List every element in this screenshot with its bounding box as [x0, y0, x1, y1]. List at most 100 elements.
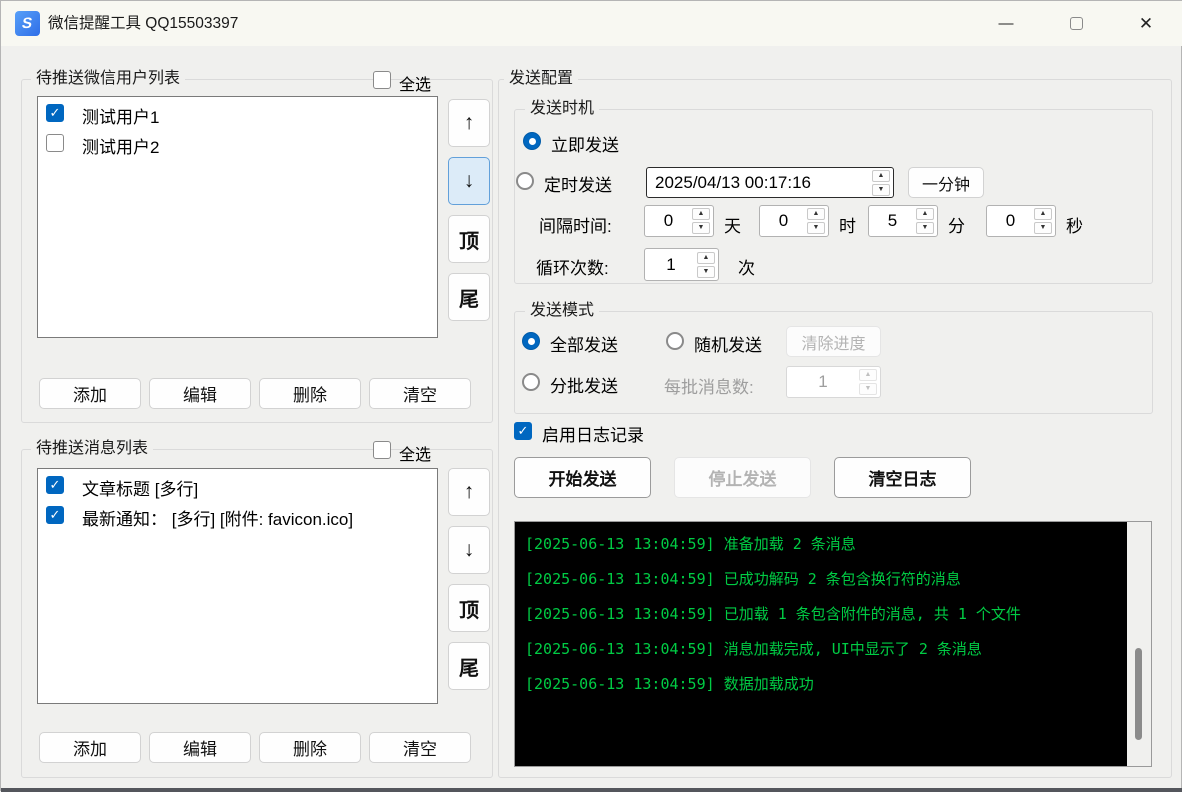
users-move-up-button[interactable]: ↑: [448, 99, 490, 147]
loop-count-spinbox[interactable]: 1 ▲ ▼: [644, 248, 719, 281]
log-timestamp: [2025-06-13 13:04:59]: [525, 605, 715, 623]
users-move-down-button[interactable]: ↓: [448, 157, 490, 205]
messages-clear-button[interactable]: 清空: [369, 732, 471, 763]
spin-down-icon[interactable]: ▼: [807, 222, 825, 234]
messages-move-up-button[interactable]: ↑: [448, 468, 490, 516]
interval-hours-value: 0: [760, 211, 807, 231]
send-batch-radio[interactable]: [522, 373, 540, 391]
spin-down-icon[interactable]: ▼: [1034, 222, 1052, 234]
users-delete-button[interactable]: 删除: [259, 378, 361, 409]
arrow-up-icon: ↑: [464, 111, 475, 135]
arrow-up-icon: ↑: [464, 480, 475, 504]
users-list[interactable]: 测试用户1 测试用户2: [37, 96, 438, 338]
spin-up-icon[interactable]: ▲: [807, 208, 825, 220]
log-scrollbar-thumb[interactable]: [1135, 648, 1142, 740]
log-line: [2025-06-13 13:04:59] 准备加载 2 条消息: [525, 527, 1030, 562]
messages-edit-button[interactable]: 编辑: [149, 732, 251, 763]
spin-up-icon[interactable]: ▲: [697, 252, 715, 264]
users-move-bottom-button[interactable]: 尾: [448, 273, 490, 321]
log-timestamp: [2025-06-13 13:04:59]: [525, 570, 715, 588]
timing-title: 发送时机: [525, 99, 599, 119]
messages-select-all-label[interactable]: 全选: [399, 441, 431, 465]
user-checkbox[interactable]: [46, 104, 64, 122]
spin-down-icon[interactable]: ▼: [697, 266, 715, 278]
users-move-top-button[interactable]: 顶: [448, 215, 490, 263]
spin-up-icon: ▲: [859, 369, 877, 381]
interval-seconds-value: 0: [987, 211, 1034, 231]
stop-send-button: 停止发送: [674, 457, 811, 498]
users-add-button[interactable]: 添加: [39, 378, 141, 409]
scheduled-send-label[interactable]: 定时发送: [544, 171, 612, 196]
interval-minutes-spinbox[interactable]: 5 ▲▼: [868, 205, 938, 237]
interval-hours-spinbox[interactable]: 0 ▲ ▼: [759, 205, 829, 237]
spin-down-icon[interactable]: ▼: [692, 222, 710, 234]
spin-down-icon[interactable]: ▼: [916, 222, 934, 234]
users-edit-button[interactable]: 编辑: [149, 378, 251, 409]
immediate-send-label[interactable]: 立即发送: [551, 131, 619, 156]
messages-move-top-button[interactable]: 顶: [448, 584, 490, 632]
spin-up-icon[interactable]: ▲: [872, 170, 890, 182]
send-batch-label[interactable]: 分批发送: [550, 372, 618, 397]
immediate-send-radio[interactable]: [523, 132, 541, 150]
enable-logging-checkbox[interactable]: [514, 422, 532, 440]
spin-up-icon[interactable]: ▲: [692, 208, 710, 220]
user-checkbox[interactable]: [46, 134, 64, 152]
one-minute-button[interactable]: 一分钟: [908, 167, 984, 198]
messages-add-button[interactable]: 添加: [39, 732, 141, 763]
title-bar: S 微信提醒工具 QQ15503397 — ✕: [1, 1, 1182, 46]
days-unit-label: 天: [724, 212, 741, 237]
arrow-down-icon: ↓: [464, 538, 475, 562]
interval-days-value: 0: [645, 211, 692, 231]
spin-down-icon[interactable]: ▼: [872, 184, 890, 196]
spin-up-icon[interactable]: ▲: [1034, 208, 1052, 220]
schedule-datetime-value: 2025/04/13 00:17:16: [647, 173, 872, 193]
message-checkbox[interactable]: [46, 506, 64, 524]
message-label: 文章标题 [多行]: [82, 475, 198, 500]
message-checkbox[interactable]: [46, 476, 64, 494]
message-label: 最新通知： [多行] [附件: favicon.ico]: [82, 505, 353, 530]
log-line: [2025-06-13 13:04:59] 消息加载完成, UI中显示了 2 条…: [525, 632, 1030, 667]
users-select-all-checkbox[interactable]: [373, 71, 391, 89]
loop-count-value: 1: [645, 255, 697, 275]
maximize-button[interactable]: [1053, 1, 1099, 46]
messages-move-down-button[interactable]: ↓: [448, 526, 490, 574]
send-all-label[interactable]: 全部发送: [550, 331, 618, 356]
users-select-all-label[interactable]: 全选: [399, 71, 431, 95]
arrow-down-icon: ↓: [464, 169, 475, 193]
log-scrollbar[interactable]: [1126, 522, 1151, 766]
app-icon: S: [15, 11, 40, 36]
messages-panel-title: 待推送消息列表: [31, 439, 153, 459]
messages-delete-button[interactable]: 删除: [259, 732, 361, 763]
send-random-label[interactable]: 随机发送: [694, 331, 762, 356]
log-timestamp: [2025-06-13 13:04:59]: [525, 640, 715, 658]
enable-logging-label[interactable]: 启用日志记录: [542, 421, 644, 446]
messages-move-bottom-button[interactable]: 尾: [448, 642, 490, 690]
send-config-title: 发送配置: [504, 69, 578, 89]
interval-days-spinbox[interactable]: 0 ▲ ▼: [644, 205, 714, 237]
close-button[interactable]: ✕: [1123, 1, 1169, 46]
users-panel-title: 待推送微信用户列表: [31, 69, 185, 89]
user-label: 测试用户2: [82, 133, 159, 158]
send-all-radio[interactable]: [522, 332, 540, 350]
seconds-unit-label: 秒: [1066, 212, 1083, 237]
send-random-radio[interactable]: [666, 332, 684, 350]
minimize-button[interactable]: —: [983, 1, 1029, 46]
spin-up-icon[interactable]: ▲: [916, 208, 934, 220]
log-console[interactable]: [2025-06-13 13:04:59] 准备加载 2 条消息 [2025-0…: [514, 521, 1152, 767]
clear-log-button[interactable]: 清空日志: [834, 457, 971, 498]
schedule-datetime-input[interactable]: 2025/04/13 00:17:16 ▲ ▼: [646, 167, 894, 198]
log-line: [2025-06-13 13:04:59] 已加载 1 条包含附件的消息, 共 …: [525, 597, 1030, 632]
messages-list[interactable]: 文章标题 [多行] 最新通知： [多行] [附件: favicon.ico]: [37, 468, 438, 704]
messages-select-all-checkbox[interactable]: [373, 441, 391, 459]
users-clear-button[interactable]: 清空: [369, 378, 471, 409]
loop-count-label: 循环次数:: [536, 254, 609, 279]
window-title: 微信提醒工具 QQ15503397: [48, 1, 238, 46]
spin-down-icon: ▼: [859, 383, 877, 395]
scheduled-send-radio[interactable]: [516, 172, 534, 190]
close-icon: ✕: [1139, 14, 1153, 34]
start-send-button[interactable]: 开始发送: [514, 457, 651, 498]
interval-seconds-spinbox[interactable]: 0 ▲ ▼: [986, 205, 1056, 237]
hours-unit-label: 时: [839, 212, 856, 237]
app-window: S 微信提醒工具 QQ15503397 — ✕ 待推送微信用户列表 全选 测试用…: [0, 0, 1182, 791]
user-label: 测试用户1: [82, 103, 159, 128]
